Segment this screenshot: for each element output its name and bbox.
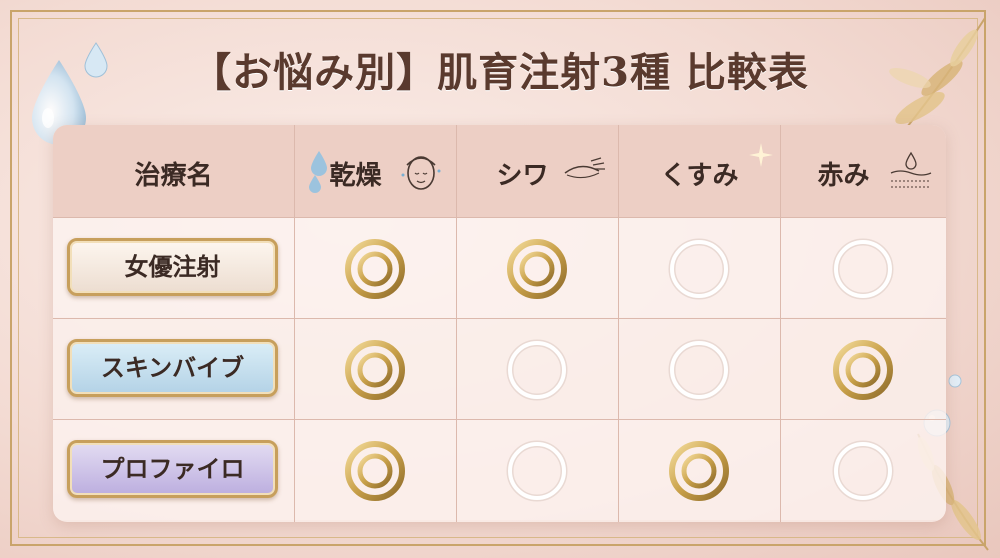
header-cell-wrinkle: シワ <box>457 125 618 217</box>
grid-line <box>456 125 457 522</box>
grid-line <box>53 419 946 420</box>
single-circle-mark <box>668 238 730 300</box>
grid-line <box>618 125 619 522</box>
grid-line <box>780 125 781 522</box>
water-drop-icon <box>309 151 327 193</box>
water-bubble-icon <box>948 374 962 388</box>
double-circle-mark <box>507 239 567 299</box>
single-circle-mark <box>506 440 568 502</box>
row-label-profhilo: プロファイロ <box>67 440 278 498</box>
row-label-skinvive: スキンバイブ <box>67 339 278 397</box>
single-circle-mark <box>832 238 894 300</box>
double-circle-mark <box>345 239 405 299</box>
single-circle-mark <box>832 440 894 502</box>
skin-layer-icon <box>890 151 932 188</box>
double-circle-mark <box>669 441 729 501</box>
grid-line <box>53 217 946 218</box>
double-circle-mark <box>833 340 893 400</box>
grid-line <box>294 125 295 522</box>
header-cell-redness: 赤み <box>781 125 946 217</box>
comparison-table: 治療名 乾燥 シワ くすみ 赤み 女優注射 スキンバイブ プロファイロ <box>53 125 946 522</box>
single-circle-mark <box>668 339 730 401</box>
grid-line <box>53 318 946 319</box>
page-title: 【お悩み別】肌育注射3種 比較表 <box>191 49 809 96</box>
eye-wrinkle-icon <box>564 157 605 179</box>
double-circle-mark <box>345 340 405 400</box>
single-circle-mark <box>506 339 568 401</box>
row-label-actress-injection: 女優注射 <box>67 238 278 296</box>
double-circle-mark <box>345 441 405 501</box>
